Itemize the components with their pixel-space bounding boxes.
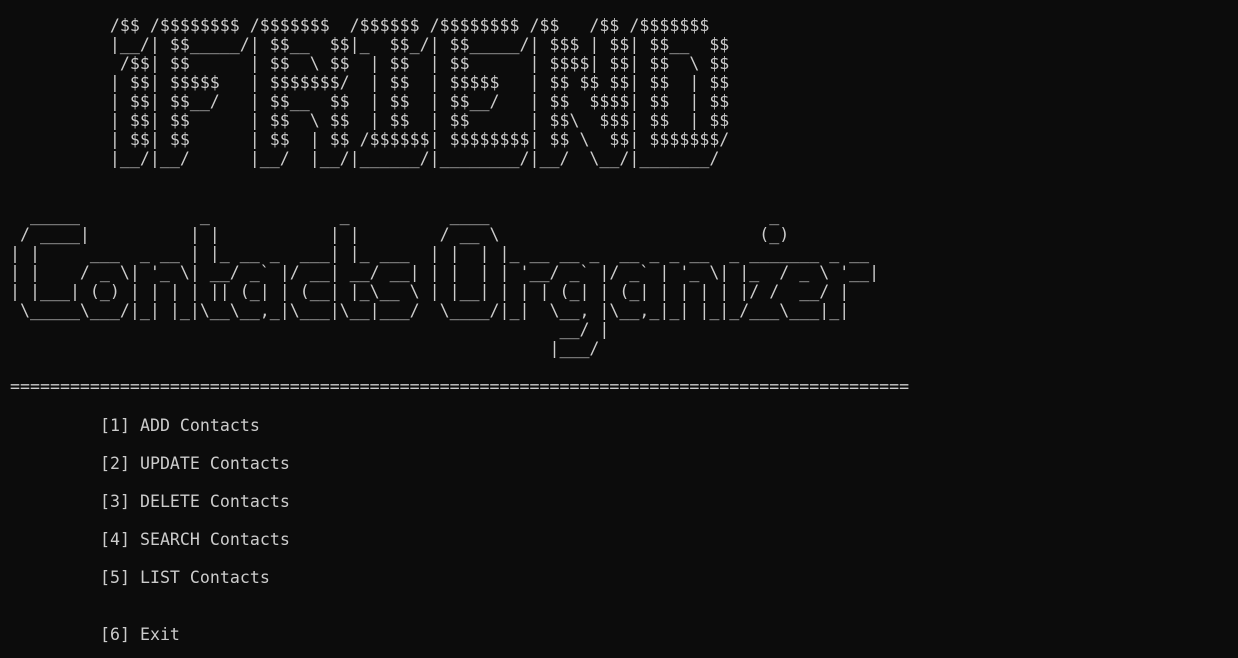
terminal-window: /$$ /$$$$$$$$ /$$$$$$$ /$$$$$$ /$$$$$$$$… [0,0,1238,658]
menu-item-delete-contacts[interactable]: [3] DELETE Contacts [100,492,290,511]
menu-item-update-contacts[interactable]: [2] UPDATE Contacts [100,454,290,473]
menu-item-search-contacts[interactable]: [4] SEARCH Contacts [100,530,290,549]
menu-item-list-contacts[interactable]: [5] LIST Contacts [100,568,270,587]
menu-item-add-contacts[interactable]: [1] ADD Contacts [100,416,260,435]
separator-line: ========================================… [10,377,910,396]
menu-item-exit[interactable]: [6] Exit [100,625,180,644]
contacts-organizer-ascii-banner: _____ _ _ ____ _ / ____| | | | | / __ \ … [10,206,880,358]
findu-ascii-banner: /$$ /$$$$$$$$ /$$$$$$$ /$$$$$$ /$$$$$$$$… [109,16,730,168]
